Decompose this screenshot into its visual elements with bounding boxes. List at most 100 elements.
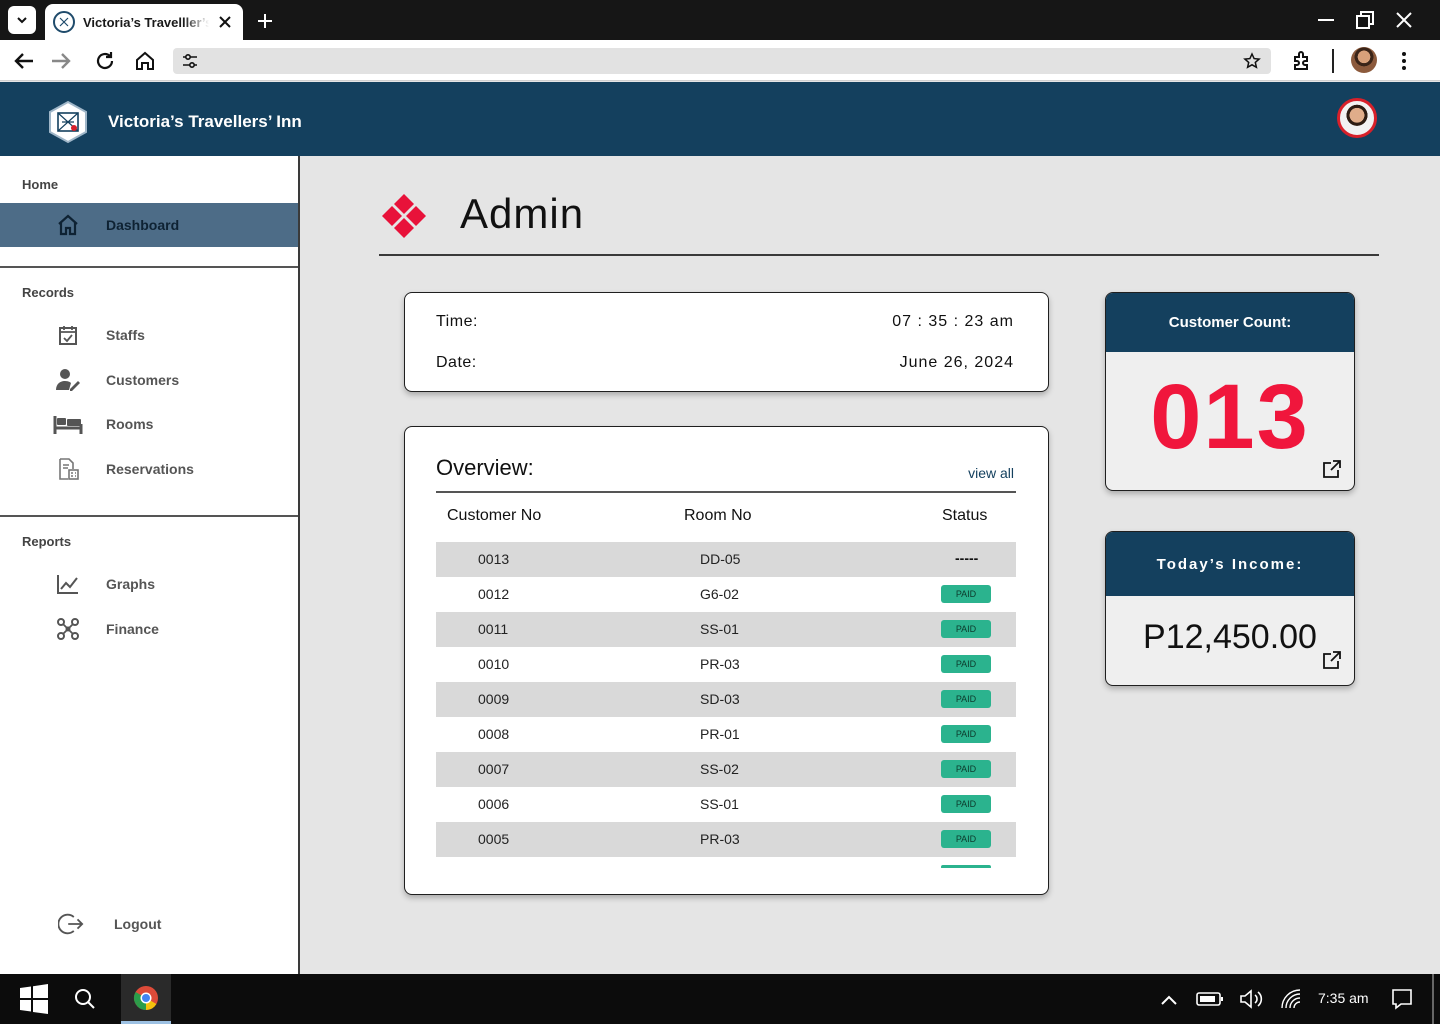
status-badge-partial — [941, 865, 991, 868]
sidebar-item-label: Finance — [106, 621, 159, 637]
app-title: Victoria’s Travellers’ Inn — [108, 112, 302, 131]
sidebar-item-dashboard[interactable]: Dashboard — [0, 203, 298, 247]
new-tab-icon[interactable] — [254, 10, 276, 32]
minimize-icon[interactable] — [1315, 9, 1337, 31]
table-row[interactable]: 0009 SD-03 PAID — [436, 682, 1016, 717]
table-row[interactable]: 0012 G6-02 PAID — [436, 577, 1016, 612]
room-no: SS-01 — [700, 796, 739, 812]
income-label: Today’s Income: — [1106, 532, 1354, 596]
address-bar[interactable] — [173, 48, 1271, 74]
forward-arrow-icon[interactable] — [48, 48, 74, 74]
chevron-down-icon — [17, 17, 27, 24]
customer-no: 0013 — [478, 551, 510, 567]
sidebar-item-rooms[interactable]: Rooms — [0, 402, 298, 446]
open-external-icon[interactable] — [1322, 650, 1342, 670]
section-label-reports: Reports — [22, 534, 72, 549]
status-badge: PAID — [941, 830, 991, 848]
status-badge: PAID — [941, 760, 991, 778]
customer-no: 0005 — [478, 831, 510, 847]
bookmark-star-icon[interactable] — [1243, 52, 1261, 70]
inn-logo-icon[interactable] — [46, 100, 90, 144]
browser-tab[interactable]: Victoria’s Travelller’s — [45, 4, 243, 40]
user-avatar[interactable] — [1337, 98, 1377, 138]
customer-no: 0009 — [478, 691, 510, 707]
home-icon[interactable] — [132, 48, 158, 74]
date-label: Date: — [436, 354, 477, 371]
room-no: DD-05 — [700, 551, 741, 567]
sidebar-item-graphs[interactable]: Graphs — [0, 562, 298, 606]
table-row[interactable]: 0007 SS-02 PAID — [436, 752, 1016, 787]
status-badge: PAID — [941, 725, 991, 743]
status-badge: PAID — [941, 655, 991, 673]
time-value: 07 : 35 : 23 am — [892, 313, 1014, 330]
show-desktop-strip[interactable] — [1432, 974, 1434, 1024]
customer-no: 0007 — [478, 761, 510, 777]
reload-icon[interactable] — [92, 48, 118, 74]
tab-search-button[interactable] — [8, 6, 36, 34]
browser-tabstrip: Victoria’s Travelller’s — [0, 0, 1440, 40]
table-row-partial[interactable] — [436, 857, 1016, 868]
column-header-status: Status — [942, 507, 988, 524]
room-no: PR-03 — [700, 831, 740, 847]
status-badge: PAID — [941, 690, 991, 708]
room-no: SS-01 — [700, 621, 739, 637]
close-tab-icon[interactable] — [215, 12, 235, 32]
column-header-customer: Customer No — [447, 507, 542, 524]
chrome-taskbar-icon[interactable] — [121, 974, 171, 1024]
toolbar-divider — [1332, 49, 1334, 73]
sidebar-item-label: Customers — [106, 372, 180, 388]
windows-start-icon[interactable] — [18, 983, 50, 1015]
overview-table[interactable]: 0013 DD-05 ----- 0012 G6-02 PAID 0011 SS… — [436, 542, 1016, 868]
wifi-icon[interactable] — [1278, 986, 1304, 1012]
site-settings-icon[interactable] — [181, 52, 199, 70]
os-taskbar: 7:35 am — [0, 974, 1440, 1024]
overview-title: Overview: — [436, 455, 534, 480]
column-header-room: Room No — [684, 507, 752, 524]
status-pending: ----- — [955, 550, 979, 566]
table-row[interactable]: 0006 SS-01 PAID — [436, 787, 1016, 822]
table-row[interactable]: 0011 SS-01 PAID — [436, 612, 1016, 647]
sidebar-divider — [0, 266, 298, 268]
table-row[interactable]: 0005 PR-03 PAID — [436, 822, 1016, 857]
time-label: Time: — [436, 313, 478, 330]
taskbar-clock[interactable]: 7:35 am — [1318, 990, 1369, 1006]
extensions-icon[interactable] — [1290, 48, 1316, 74]
open-external-icon[interactable] — [1322, 459, 1342, 479]
document-building-icon — [55, 456, 81, 482]
sidebar-item-label: Reservations — [106, 461, 194, 477]
customer-count-card[interactable]: Customer Count: 013 — [1105, 292, 1355, 491]
sidebar: Home Dashboard Records Staffs Customers … — [0, 156, 300, 974]
volume-icon[interactable] — [1238, 988, 1264, 1010]
section-label-home: Home — [22, 177, 59, 192]
sidebar-item-finance[interactable]: Finance — [0, 607, 298, 651]
back-arrow-icon[interactable] — [11, 48, 37, 74]
close-window-icon[interactable] — [1393, 9, 1415, 31]
search-icon[interactable] — [73, 987, 97, 1011]
room-no: PR-03 — [700, 656, 740, 672]
logout-icon — [58, 911, 84, 937]
table-row[interactable]: 0008 PR-01 PAID — [436, 717, 1016, 752]
user-edit-icon — [55, 367, 81, 393]
room-no: PR-01 — [700, 726, 740, 742]
status-badge: PAID — [941, 585, 991, 603]
battery-icon[interactable] — [1195, 989, 1225, 1009]
browser-profile-avatar[interactable] — [1351, 47, 1377, 73]
table-row[interactable]: 0013 DD-05 ----- — [436, 542, 1016, 577]
restore-icon[interactable] — [1354, 9, 1376, 31]
customer-count-label: Customer Count: — [1106, 293, 1354, 352]
title-divider — [379, 254, 1379, 256]
sidebar-item-staffs[interactable]: Staffs — [0, 313, 298, 357]
chevron-up-icon[interactable] — [1158, 990, 1180, 1010]
logout-button[interactable]: Logout — [0, 902, 298, 946]
view-all-link[interactable]: view all — [968, 465, 1014, 481]
sidebar-item-customers[interactable]: Customers — [0, 358, 298, 402]
notification-icon[interactable] — [1390, 987, 1414, 1011]
sidebar-item-reservations[interactable]: Reservations — [0, 447, 298, 491]
income-card[interactable]: Today’s Income: P12,450.00 — [1105, 531, 1355, 686]
status-badge: PAID — [941, 795, 991, 813]
app-header: Victoria’s Travellers’ Inn — [0, 82, 1440, 156]
table-row[interactable]: 0010 PR-03 PAID — [436, 647, 1016, 682]
browser-menu-icon[interactable] — [1391, 48, 1417, 74]
line-chart-icon — [55, 571, 81, 597]
customer-no: 0011 — [478, 621, 509, 637]
